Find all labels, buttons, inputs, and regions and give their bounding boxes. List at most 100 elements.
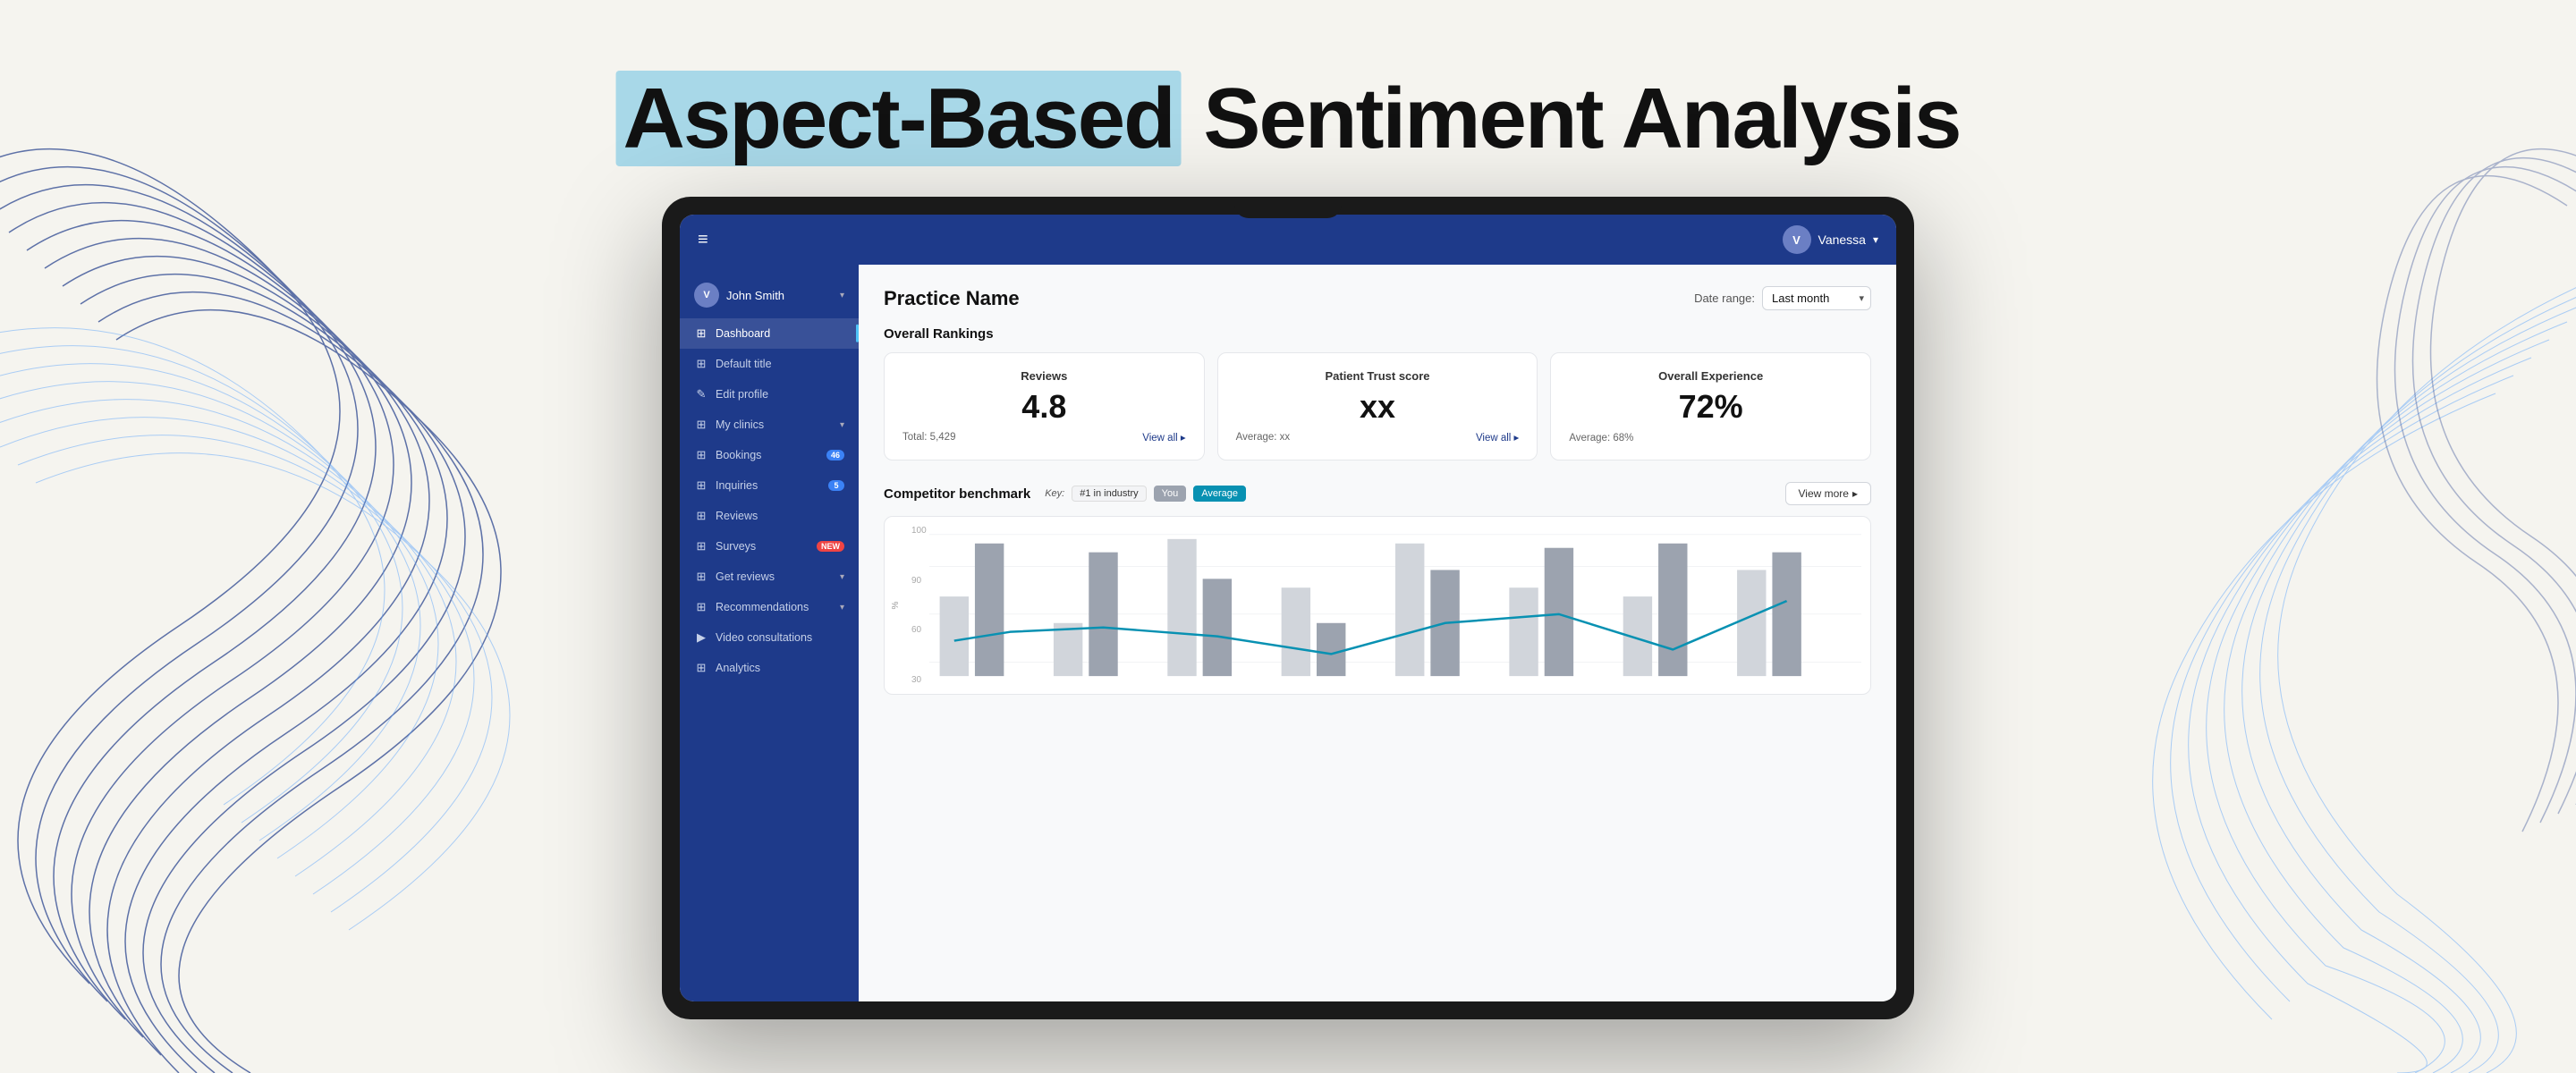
user-name-top: Vanessa	[1818, 232, 1866, 247]
experience-card: Overall Experience 72% Average: 68%	[1550, 352, 1871, 460]
overall-rankings-title: Overall Rankings	[884, 326, 1871, 342]
reviews-card: Reviews 4.8 Total: 5,429 View all ▸	[884, 352, 1205, 460]
sidebar-label-dashboard: Dashboard	[716, 327, 844, 340]
inquiries-icon: ⊞	[694, 478, 708, 493]
video-icon: ▶	[694, 630, 708, 645]
y-tick-100: 100	[911, 526, 927, 536]
user-avatar-top: V	[1783, 225, 1811, 254]
page-title: Aspect-Based Sentiment Analysis	[616, 72, 1961, 166]
sidebar-label-analytics: Analytics	[716, 662, 844, 674]
sidebar-item-surveys[interactable]: ⊞ Surveys NEW	[680, 531, 859, 562]
trust-average: Average: xx	[1236, 432, 1291, 443]
sidebar-item-edit-profile[interactable]: ✎ Edit profile	[680, 379, 859, 410]
get-reviews-icon: ⊞	[694, 570, 708, 584]
hamburger-icon[interactable]: ≡	[698, 230, 708, 250]
trust-card: Patient Trust score xx Average: xx View …	[1217, 352, 1538, 460]
sidebar-item-inquiries[interactable]: ⊞ Inquiries 5	[680, 470, 859, 501]
date-range-wrapper[interactable]: Last month Last 3 months Last 6 months L…	[1762, 286, 1871, 310]
rankings-grid: Reviews 4.8 Total: 5,429 View all ▸ Pati…	[884, 352, 1871, 460]
experience-card-title: Overall Experience	[1569, 369, 1852, 383]
get-reviews-chevron: ▾	[840, 572, 844, 582]
reviews-card-value: 4.8	[902, 388, 1186, 426]
sidebar-username: John Smith	[726, 289, 833, 302]
surveys-icon: ⊞	[694, 539, 708, 553]
sidebar: V John Smith ▾ ⊞ Dashboard ⊞ Default tit…	[680, 265, 859, 1001]
sidebar-label-inquiries: Inquiries	[716, 479, 821, 492]
experience-card-value: 72%	[1569, 388, 1852, 426]
trust-card-title: Patient Trust score	[1236, 369, 1520, 383]
sidebar-item-bookings[interactable]: ⊞ Bookings 46	[680, 440, 859, 470]
sidebar-item-dashboard[interactable]: ⊞ Dashboard	[680, 318, 859, 349]
y-tick-90: 90	[911, 576, 927, 586]
sidebar-label-recommendations: Recommendations	[716, 601, 833, 613]
view-more-label: View more	[1799, 487, 1849, 500]
practice-header: Practice Name Date range: Last month Las…	[884, 286, 1871, 310]
y-tick-30: 30	[911, 675, 927, 685]
sidebar-item-get-reviews[interactable]: ⊞ Get reviews ▾	[680, 562, 859, 592]
sidebar-item-default-title[interactable]: ⊞ Default title	[680, 349, 859, 379]
sidebar-avatar: V	[694, 283, 719, 308]
recommendations-icon: ⊞	[694, 600, 708, 614]
reviews-icon: ⊞	[694, 509, 708, 523]
sidebar-item-my-clinics[interactable]: ⊞ My clinics ▾	[680, 410, 859, 440]
date-range-label: Date range:	[1694, 291, 1755, 305]
laptop-frame: ≡ V Vanessa ▾ V John Smith ▾ ⊞	[662, 197, 1914, 1019]
view-more-button[interactable]: View more ▸	[1785, 482, 1872, 505]
surveys-badge: NEW	[817, 541, 844, 552]
sidebar-item-video-consultations[interactable]: ▶ Video consultations	[680, 622, 859, 653]
sidebar-item-reviews[interactable]: ⊞ Reviews	[680, 501, 859, 531]
y-tick-60: 60	[911, 625, 927, 635]
sidebar-user-chevron: ▾	[840, 291, 844, 300]
sidebar-label-get-reviews: Get reviews	[716, 570, 833, 583]
edit-profile-icon: ✎	[694, 387, 708, 401]
user-chevron-icon[interactable]: ▾	[1873, 233, 1878, 246]
sidebar-label-surveys: Surveys	[716, 540, 809, 553]
reviews-view-all[interactable]: View all ▸	[1142, 431, 1185, 444]
main-content: Practice Name Date range: Last month Las…	[859, 265, 1896, 1001]
inquiries-badge: 5	[828, 480, 844, 491]
benchmark-title: Competitor benchmark	[884, 486, 1030, 502]
benchmark-header: Competitor benchmark Key: #1 in industry…	[884, 482, 1871, 505]
sidebar-item-recommendations[interactable]: ⊞ Recommendations ▾	[680, 592, 859, 622]
benchmark-key: Key: #1 in industry You Average	[1045, 486, 1246, 502]
top-nav: ≡ V Vanessa ▾	[680, 215, 1896, 265]
chart-y-label: %	[891, 602, 901, 610]
date-range-control: Date range: Last month Last 3 months Las…	[1694, 286, 1871, 310]
key-label: Key:	[1045, 488, 1064, 499]
trust-view-all[interactable]: View all ▸	[1476, 431, 1519, 444]
benchmark-title-row: Competitor benchmark Key: #1 in industry…	[884, 486, 1246, 502]
recommendations-chevron: ▾	[840, 603, 844, 613]
practice-name: Practice Name	[884, 287, 1020, 310]
sidebar-label-default-title: Default title	[716, 358, 844, 370]
reviews-total: Total: 5,429	[902, 432, 955, 443]
sidebar-label-my-clinics: My clinics	[716, 418, 833, 431]
laptop-notch	[1234, 197, 1342, 218]
sidebar-label-video: Video consultations	[716, 631, 844, 644]
bg-waves-right	[1950, 0, 2576, 1073]
bookings-icon: ⊞	[694, 448, 708, 462]
trust-card-value: xx	[1236, 388, 1520, 426]
date-range-select[interactable]: Last month Last 3 months Last 6 months L…	[1762, 286, 1871, 310]
laptop-screen: ≡ V Vanessa ▾ V John Smith ▾ ⊞	[680, 215, 1896, 1001]
key-you: You	[1154, 486, 1187, 502]
my-clinics-chevron: ▾	[840, 420, 844, 430]
sidebar-label-bookings: Bookings	[716, 449, 819, 461]
bg-waves-left	[0, 0, 626, 1073]
analytics-icon: ⊞	[694, 661, 708, 675]
app-body: V John Smith ▾ ⊞ Dashboard ⊞ Default tit…	[680, 265, 1896, 1001]
page-title-area: Aspect-Based Sentiment Analysis	[616, 72, 1961, 166]
sidebar-user[interactable]: V John Smith ▾	[680, 272, 859, 318]
experience-average: Average: 68%	[1569, 433, 1633, 444]
reviews-card-title: Reviews	[902, 369, 1186, 383]
chart-y-axis: 100 90 60 30	[911, 526, 927, 685]
key-average: Average	[1193, 486, 1246, 502]
reviews-card-footer: Total: 5,429 View all ▸	[902, 431, 1186, 444]
sidebar-label-reviews: Reviews	[716, 510, 844, 522]
my-clinics-icon: ⊞	[694, 418, 708, 432]
key-industry: #1 in industry	[1072, 486, 1146, 502]
default-title-icon: ⊞	[694, 357, 708, 371]
experience-card-footer: Average: 68%	[1569, 433, 1852, 444]
benchmark-chart-svg	[929, 526, 1861, 685]
sidebar-item-analytics[interactable]: ⊞ Analytics	[680, 653, 859, 683]
chart-area: % 100 90 60 30	[884, 516, 1871, 695]
